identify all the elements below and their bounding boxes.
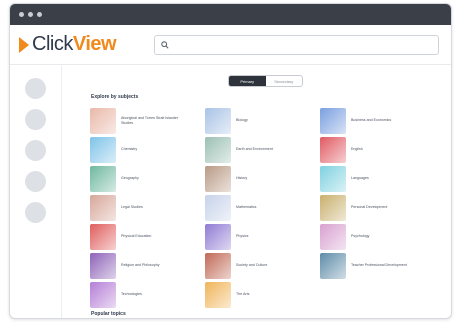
subject-label: The Arts — [236, 292, 250, 297]
subject-thumbnail — [90, 107, 116, 134]
subject-label: Legal Studies — [121, 205, 143, 210]
subject-tile[interactable]: History — [205, 164, 320, 193]
subject-thumbnail — [320, 252, 346, 279]
subject-label: Geography — [121, 176, 139, 181]
subject-thumbnail — [205, 281, 231, 308]
subject-label: Biology — [236, 118, 248, 123]
subject-tile[interactable]: Teacher Professional Development — [320, 251, 435, 280]
subject-label: Religion and Philosophy — [121, 263, 160, 268]
subject-tile[interactable]: Physical Education — [90, 222, 205, 251]
subject-thumbnail — [90, 194, 116, 221]
window-titlebar — [10, 4, 451, 25]
play-triangle-icon — [19, 36, 29, 53]
browser-window: ClickView Primary Secondary Explore by s… — [9, 3, 452, 319]
subject-tile[interactable]: Technologies — [90, 280, 205, 309]
logo-text-click: Click — [32, 33, 73, 55]
logo-text-view: View — [72, 33, 117, 55]
subject-label: Physics — [236, 234, 249, 239]
rail-nav-item[interactable] — [25, 140, 46, 161]
subject-label: Teacher Professional Development — [351, 263, 407, 268]
subject-label: Society and Culture — [236, 263, 268, 268]
window-dot-icon — [19, 12, 24, 17]
subject-thumbnail — [205, 165, 231, 192]
subject-thumbnail — [320, 194, 346, 221]
clickview-logo[interactable]: ClickView — [19, 33, 154, 56]
subject-tile[interactable]: Languages — [320, 164, 435, 193]
subject-thumbnail — [205, 107, 231, 134]
side-rail — [10, 66, 62, 318]
subject-thumbnail — [205, 223, 231, 250]
subject-label: Chemistry — [121, 147, 138, 152]
subject-tile[interactable]: Religion and Philosophy — [90, 251, 205, 280]
subject-thumbnail — [205, 136, 231, 163]
subject-thumbnail — [90, 165, 116, 192]
subject-grid: Aboriginal and Torres Strait Islander St… — [90, 106, 435, 309]
subject-tile[interactable]: Chemistry — [90, 135, 205, 164]
subject-tile[interactable]: Legal Studies — [90, 193, 205, 222]
subject-label: English — [351, 147, 363, 152]
toggle-primary[interactable]: Primary — [229, 76, 266, 86]
subject-thumbnail — [90, 252, 116, 279]
subject-thumbnail — [320, 223, 346, 250]
subject-tile[interactable]: Earth and Environment — [205, 135, 320, 164]
subject-thumbnail — [320, 107, 346, 134]
subject-tile[interactable]: The Arts — [205, 280, 320, 309]
subject-label: Earth and Environment — [236, 147, 273, 152]
search-icon — [161, 40, 169, 49]
rail-nav-item[interactable] — [25, 109, 46, 130]
subject-label: Business and Economics — [351, 118, 392, 123]
rail-nav-item[interactable] — [25, 202, 46, 223]
subject-thumbnail — [320, 165, 346, 192]
subject-thumbnail — [90, 281, 116, 308]
section-title: Popular topics — [91, 311, 126, 317]
subject-tile[interactable]: Business and Economics — [320, 106, 435, 135]
subject-thumbnail — [205, 252, 231, 279]
subject-tile[interactable]: Personal Development — [320, 193, 435, 222]
level-toggle: Primary Secondary — [228, 75, 303, 87]
subject-tile[interactable]: Physics — [205, 222, 320, 251]
window-dot-icon — [37, 12, 42, 17]
subject-tile[interactable]: Aboriginal and Torres Strait Islander St… — [90, 106, 205, 135]
subject-thumbnail — [205, 194, 231, 221]
subject-thumbnail — [90, 223, 116, 250]
subject-label: Aboriginal and Torres Strait Islander St… — [121, 116, 179, 125]
subject-label: History — [236, 176, 248, 181]
subject-tile[interactable]: Geography — [90, 164, 205, 193]
rail-nav-item[interactable] — [25, 78, 46, 99]
main-content: Primary Secondary Explore by subjects Ab… — [62, 66, 451, 318]
subject-tile[interactable]: English — [320, 135, 435, 164]
subject-thumbnail — [90, 136, 116, 163]
app-header: ClickView — [10, 25, 451, 65]
subject-label: Physical Education — [121, 234, 152, 239]
subject-tile[interactable]: Psychology — [320, 222, 435, 251]
subject-label: Personal Development — [351, 205, 388, 210]
toggle-secondary[interactable]: Secondary — [266, 76, 303, 86]
search-input[interactable] — [173, 41, 423, 48]
subject-tile[interactable]: Biology — [205, 106, 320, 135]
search-box[interactable] — [154, 34, 439, 55]
subject-tile[interactable]: Mathematics — [205, 193, 320, 222]
rail-nav-item[interactable] — [25, 171, 46, 192]
subject-label: Languages — [351, 176, 369, 181]
section-title: Explore by subjects — [91, 94, 139, 100]
subject-label: Technologies — [121, 292, 142, 297]
subject-label: Mathematics — [236, 205, 257, 210]
subject-thumbnail — [320, 136, 346, 163]
subject-tile[interactable]: Society and Culture — [205, 251, 320, 280]
subject-label: Psychology — [351, 234, 370, 239]
window-dot-icon — [28, 12, 33, 17]
